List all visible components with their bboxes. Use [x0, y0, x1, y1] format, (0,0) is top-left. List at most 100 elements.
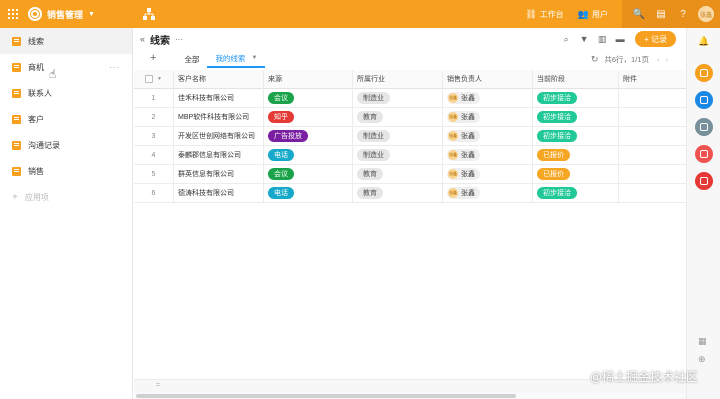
select-all-checkbox[interactable]: [145, 75, 154, 83]
owner-cell[interactable]: 张鑫 张鑫: [443, 164, 533, 184]
table-row[interactable]: 4 泰麟郡信息有限公司 电话 制造业 张鑫 张鑫 已报价: [134, 145, 686, 165]
customer-name-cell[interactable]: 泰麟郡信息有限公司: [174, 145, 264, 165]
table-row[interactable]: 5 群英信息有限公司 会议 教育 张鑫 张鑫 已报价: [134, 164, 686, 184]
chevron-down-icon[interactable]: ▼: [251, 55, 257, 61]
add-view-button[interactable]: +: [150, 50, 156, 68]
industry-cell[interactable]: 教育: [353, 164, 443, 184]
stage-cell[interactable]: 已报价: [533, 145, 619, 165]
customer-name-cell[interactable]: MBP软件科技有限公司: [174, 107, 264, 127]
sidebar-item-leads[interactable]: 线索: [0, 28, 132, 54]
sidebar-item-communications[interactable]: 沟通记录: [0, 132, 132, 158]
face-app-icon[interactable]: [695, 145, 713, 163]
attachment-cell[interactable]: [619, 108, 686, 127]
industry-cell[interactable]: 制造业: [353, 88, 443, 108]
plus-circle-icon[interactable]: ⊕: [698, 354, 706, 365]
owner-cell[interactable]: 张鑫 张鑫: [443, 107, 533, 127]
workbench-icon: ⛓: [525, 8, 537, 19]
owner-cell[interactable]: 张鑫 张鑫: [443, 88, 533, 108]
column-header[interactable]: 所属行业: [353, 69, 443, 89]
users-link[interactable]: 👥 用户: [578, 9, 608, 20]
source-cell[interactable]: 会议: [264, 88, 353, 108]
table-row[interactable]: 6 德涛科技有限公司 电话 教育 张鑫 张鑫 初步接洽: [134, 183, 686, 203]
attachment-cell[interactable]: [619, 165, 686, 184]
chevron-down-icon[interactable]: ▼: [157, 76, 162, 82]
user-app-icon[interactable]: [695, 118, 713, 136]
chart-icon[interactable]: ▥: [593, 34, 611, 45]
help-icon[interactable]: ?: [672, 9, 694, 20]
table-row[interactable]: 2 MBP软件科技有限公司 知乎 教育 张鑫 张鑫 初步接洽: [134, 107, 686, 127]
add-record-button[interactable]: + 记录: [635, 31, 676, 47]
select-all-cell[interactable]: ▼: [134, 69, 174, 89]
source-tag: 知乎: [268, 111, 294, 123]
owner-chip: 张鑫 张鑫: [447, 111, 480, 123]
attachment-cell[interactable]: [619, 146, 686, 165]
source-cell[interactable]: 电话: [264, 145, 353, 165]
table-row[interactable]: 1 佳禾科技有限公司 会议 制造业 张鑫 张鑫 初步接洽: [134, 88, 686, 108]
column-header[interactable]: 客户名称: [174, 69, 264, 89]
column-header[interactable]: 来源: [264, 69, 353, 89]
owner-cell[interactable]: 张鑫 张鑫: [443, 126, 533, 146]
footer-summary-icon: =: [156, 382, 161, 389]
search-icon[interactable]: 🔍: [628, 9, 650, 20]
app-title[interactable]: 销售管理: [47, 8, 83, 21]
org-chart-app-icon[interactable]: [695, 91, 713, 109]
row-number: 6: [134, 183, 174, 203]
tab-my-leads[interactable]: 我的线索 ▼: [207, 50, 266, 68]
attachment-cell[interactable]: [619, 89, 686, 108]
more-icon[interactable]: ···: [175, 35, 183, 44]
column-header[interactable]: 销售负责人: [443, 69, 533, 89]
industry-cell[interactable]: 教育: [353, 183, 443, 203]
workbench-link[interactable]: ⛓ 工作台: [525, 9, 563, 20]
industry-cell[interactable]: 制造业: [353, 145, 443, 165]
grid-app-icon[interactable]: [695, 64, 713, 82]
refresh-icon[interactable]: ↻: [591, 54, 599, 65]
customer-name-cell[interactable]: 佳禾科技有限公司: [174, 88, 264, 108]
stage-cell[interactable]: 初步接洽: [533, 126, 619, 146]
document-icon[interactable]: ▦: [698, 336, 707, 347]
more-icon[interactable]: ···: [109, 63, 120, 72]
owner-cell[interactable]: 张鑫 张鑫: [443, 145, 533, 165]
source-cell[interactable]: 电话: [264, 183, 353, 203]
horizontal-scrollbar[interactable]: [134, 393, 686, 399]
attachment-cell[interactable]: [619, 184, 686, 203]
page-arrows-icon[interactable]: ‹›: [657, 55, 674, 64]
book-icon[interactable]: ▤: [650, 9, 672, 20]
attachment-cell[interactable]: [619, 127, 686, 146]
sidebar-item-opportunities[interactable]: 商机 ···: [0, 54, 132, 80]
industry-cell[interactable]: 制造业: [353, 126, 443, 146]
filter-icon[interactable]: ▼: [575, 34, 593, 44]
stage-cell[interactable]: 初步接洽: [533, 107, 619, 127]
owner-cell[interactable]: 张鑫 张鑫: [443, 183, 533, 203]
stage-cell[interactable]: 初步接洽: [533, 183, 619, 203]
source-cell[interactable]: 广告投放: [264, 126, 353, 146]
bell-icon[interactable]: 🔔: [698, 36, 709, 47]
column-header[interactable]: 当前阶段: [533, 69, 619, 89]
chevron-down-icon[interactable]: ▼: [88, 11, 95, 18]
table-row[interactable]: 3 开发区世创网络有限公司 广告投放 制造业 张鑫 张鑫 初步接洽: [134, 126, 686, 146]
stage-tag: 已报价: [537, 149, 570, 161]
industry-cell[interactable]: 教育: [353, 107, 443, 127]
comment-icon[interactable]: ▬: [611, 34, 629, 44]
industry-tag: 教育: [357, 168, 383, 180]
collapse-sidebar-icon[interactable]: «: [140, 34, 145, 44]
apps-grid-icon[interactable]: [8, 9, 18, 19]
add-app-item-button[interactable]: + 应用项: [0, 184, 132, 210]
avatar[interactable]: 张鑫: [698, 6, 714, 22]
column-header[interactable]: 附件: [619, 70, 686, 89]
customer-name-cell[interactable]: 德涛科技有限公司: [174, 183, 264, 203]
customer-name-cell[interactable]: 开发区世创网络有限公司: [174, 126, 264, 146]
sidebar-item-contacts[interactable]: 联系人: [0, 80, 132, 106]
stage-tag: 初步接洽: [537, 187, 577, 199]
source-cell[interactable]: 会议: [264, 164, 353, 184]
tab-all[interactable]: 全部: [176, 50, 207, 68]
customer-name-cell[interactable]: 群英信息有限公司: [174, 164, 264, 184]
scrollbar-thumb[interactable]: [136, 394, 516, 398]
source-cell[interactable]: 知乎: [264, 107, 353, 127]
stage-cell[interactable]: 初步接洽: [533, 88, 619, 108]
sidebar-item-customers[interactable]: 客户: [0, 106, 132, 132]
org-tree-icon[interactable]: [143, 8, 155, 20]
calendar-app-icon[interactable]: [695, 172, 713, 190]
search-icon[interactable]: ⌕: [557, 34, 575, 45]
stage-cell[interactable]: 已报价: [533, 164, 619, 184]
sidebar-item-sales[interactable]: 销售: [0, 158, 132, 184]
